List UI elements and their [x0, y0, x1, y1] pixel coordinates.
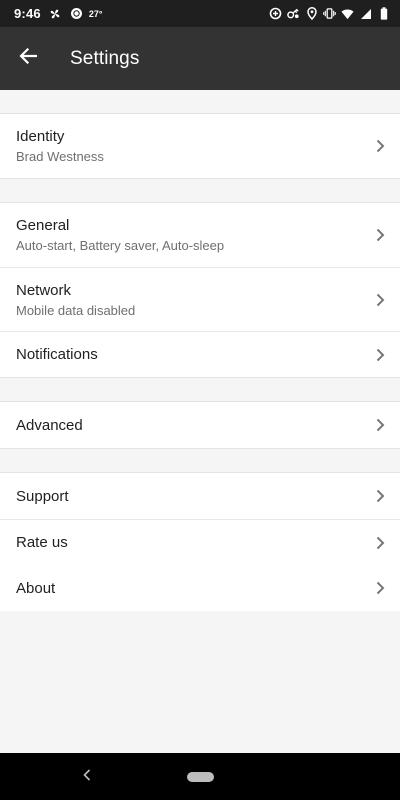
settings-item-about[interactable]: About [0, 565, 400, 611]
chevron-right-icon [374, 489, 386, 503]
settings-item-network[interactable]: Network Mobile data disabled [0, 267, 400, 331]
settings-item-rate-us[interactable]: Rate us [0, 519, 400, 565]
back-button[interactable] [0, 27, 56, 90]
status-temperature: 27° [88, 8, 103, 19]
status-time: 9:46 [14, 6, 41, 21]
chevron-right-icon [374, 536, 386, 550]
status-bar-left: 9:46 27° [14, 6, 102, 21]
section-spacer [0, 449, 400, 472]
chevron-right-icon [374, 581, 386, 595]
settings-item-text: About [16, 579, 55, 598]
section-spacer [0, 90, 400, 113]
settings-item-notifications[interactable]: Notifications [0, 331, 400, 377]
chevron-right-icon [374, 139, 386, 153]
settings-item-advanced[interactable]: Advanced [0, 402, 400, 448]
chevron-right-icon [374, 228, 386, 242]
data-saver-icon [269, 7, 282, 20]
settings-item-subtitle: Auto-start, Battery saver, Auto-sleep [16, 238, 225, 253]
page-title: Settings [70, 47, 140, 69]
status-bar-right [269, 7, 390, 20]
settings-item-title: About [16, 579, 56, 597]
settings-item-text: Notifications [16, 345, 98, 364]
nav-back-button[interactable] [80, 769, 94, 785]
weather-icon [70, 7, 83, 20]
chevron-right-icon [374, 293, 386, 307]
settings-item-identity[interactable]: Identity Brad Westness [0, 114, 400, 178]
settings-item-text: Advanced [16, 416, 83, 435]
arrow-back-icon [19, 47, 38, 69]
settings-item-title: Advanced [16, 416, 83, 434]
chevron-right-icon [374, 418, 386, 432]
settings-group-preferences: General Auto-start, Battery saver, Auto-… [0, 202, 400, 378]
vpn-key-icon [287, 7, 300, 20]
location-icon [305, 7, 318, 20]
settings-item-text: Rate us [16, 533, 68, 552]
fan-icon [49, 7, 62, 20]
settings-item-title: General [16, 217, 70, 234]
section-spacer [0, 378, 400, 401]
settings-item-subtitle: Brad Westness [16, 149, 104, 164]
settings-item-title: Network [16, 281, 72, 299]
settings-item-text: General Auto-start, Battery saver, Auto-… [16, 216, 224, 254]
system-nav-bar [0, 753, 400, 800]
vibrate-icon [323, 7, 336, 20]
signal-icon [359, 7, 372, 20]
section-spacer [0, 179, 400, 202]
settings-item-general[interactable]: General Auto-start, Battery saver, Auto-… [0, 203, 400, 267]
settings-group-about: Support Rate us About [0, 472, 400, 611]
settings-screen: 9:46 27° Settings Identity Brad Westness… [0, 0, 400, 800]
settings-item-text: Network Mobile data disabled [16, 281, 135, 319]
settings-group-account: Identity Brad Westness [0, 113, 400, 179]
settings-item-text: Support [16, 487, 69, 506]
settings-item-title: Rate us [16, 534, 68, 551]
settings-list: Identity Brad Westness General Auto-star… [0, 90, 400, 753]
nav-back-icon [83, 768, 91, 786]
status-bar: 9:46 27° [0, 0, 400, 27]
settings-item-subtitle: Mobile data disabled [16, 302, 136, 318]
settings-item-title: Notifications [16, 346, 98, 363]
settings-item-support[interactable]: Support [0, 473, 400, 519]
settings-group-advanced: Advanced [0, 401, 400, 449]
settings-item-title: Identity [16, 128, 65, 145]
settings-item-text: Identity Brad Westness [16, 127, 104, 165]
settings-item-title: Support [16, 487, 69, 505]
battery-icon [377, 7, 390, 20]
app-bar: Settings [0, 27, 400, 90]
chevron-right-icon [374, 348, 386, 362]
nav-home-button[interactable] [186, 771, 214, 782]
wifi-icon [341, 7, 354, 20]
